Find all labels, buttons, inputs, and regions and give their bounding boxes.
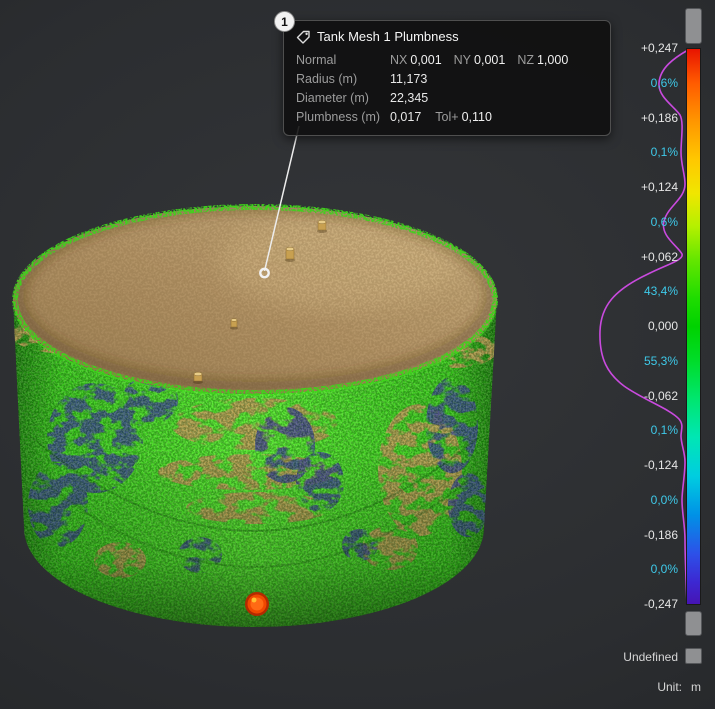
- nozzle: [230, 319, 238, 330]
- nozzle: [317, 220, 327, 233]
- unit-value: m: [691, 680, 701, 694]
- diameter-value: 22,345: [390, 90, 598, 106]
- unit-label: Unit:: [657, 680, 682, 694]
- radius-label: Radius (m): [296, 71, 390, 87]
- colorbar-percent-label: 0,6%: [651, 77, 678, 89]
- nozzle: [285, 247, 295, 262]
- colorbar-percent-label: 43,4%: [644, 285, 678, 297]
- plumbness-label: Plumbness (m): [296, 109, 390, 125]
- colorbar-percent-label: 0,6%: [651, 216, 678, 228]
- plumbness-value: 0,017: [390, 110, 421, 124]
- normal-values: NX0,001NY0,001NZ1,000: [390, 52, 598, 68]
- ny-label: NY: [454, 53, 471, 67]
- colorbar-tick-label: -0,186: [644, 529, 678, 541]
- colorbar-tick-label: +0,124: [641, 181, 678, 193]
- radius-value: 11,173: [390, 71, 598, 87]
- colorbar-tick-label: -0,124: [644, 459, 678, 471]
- colorbar-over-range-cap: [685, 8, 702, 44]
- colorbar-tick-label: +0,247: [641, 42, 678, 54]
- tolerance-value: 0,110: [462, 110, 492, 124]
- undefined-label: Undefined: [623, 650, 678, 664]
- colorbar-under-range-cap: [685, 611, 702, 636]
- colorbar-percent-label: 55,3%: [644, 355, 678, 367]
- deviation-hotspot: [245, 592, 269, 616]
- annotation-callout[interactable]: 1 Tank Mesh 1 Plumbness Normal NX0,001NY…: [283, 20, 611, 136]
- nozzle: [193, 372, 203, 384]
- colorbar-percent-label: 0,0%: [651, 563, 678, 575]
- colorbar-labels: +0,247 0,6% +0,186 0,1% +0,124 0,6% +0,0…: [641, 42, 678, 610]
- nx-label: NX: [390, 53, 407, 67]
- colorbar-tick-label: 0,000: [648, 320, 678, 332]
- undefined-color-swatch[interactable]: [685, 648, 702, 664]
- nz-value: 1,000: [537, 53, 568, 67]
- colorbar[interactable]: [686, 48, 701, 605]
- colorbar-percent-label: 0,0%: [651, 494, 678, 506]
- normal-label: Normal: [296, 52, 390, 68]
- colorbar-tick-label: -0,247: [644, 598, 678, 610]
- colorbar-tick-label: +0,186: [641, 112, 678, 124]
- diameter-label: Diameter (m): [296, 90, 390, 106]
- colorbar-tick-label: +0,062: [641, 251, 678, 263]
- unit-indicator: Unit: m: [657, 680, 701, 694]
- colorbar-percent-label: 0,1%: [651, 146, 678, 158]
- nz-label: NZ: [517, 53, 534, 67]
- tank-mesh: [8, 202, 502, 635]
- tag-icon: [296, 30, 310, 44]
- nx-value: 0,001: [410, 53, 441, 67]
- colorbar-percent-label: 0,1%: [651, 424, 678, 436]
- plumbness-values: 0,017 Tol+ 0,110: [390, 109, 598, 125]
- ny-value: 0,001: [474, 53, 505, 67]
- callout-title: Tank Mesh 1 Plumbness: [317, 29, 459, 45]
- colorbar-tick-label: -0,062: [644, 390, 678, 402]
- tolerance-label: Tol+: [435, 110, 458, 124]
- annotation-number-badge[interactable]: 1: [274, 11, 295, 32]
